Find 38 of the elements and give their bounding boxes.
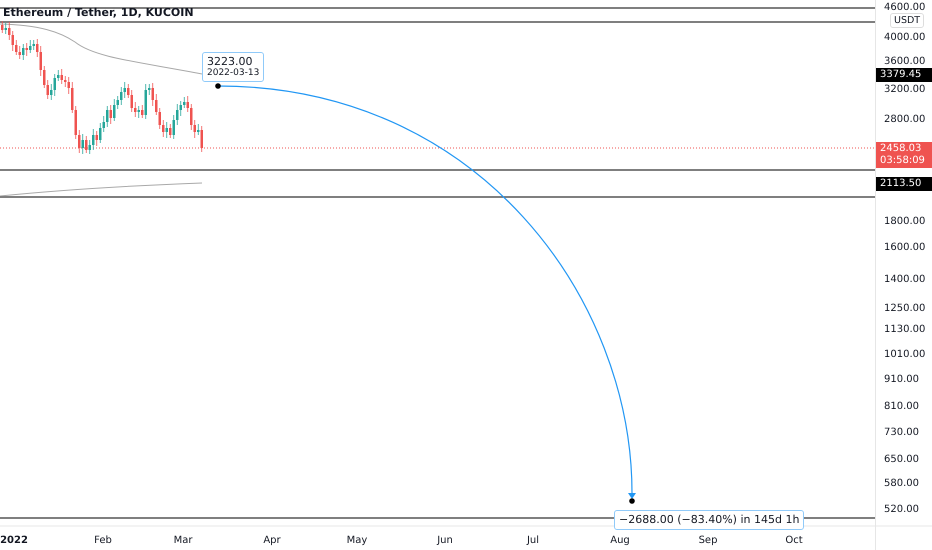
time-axis-label: Jul xyxy=(526,535,540,546)
time-axis-label: 2022 xyxy=(0,535,28,546)
price-level-badge: 3379.45 xyxy=(876,68,932,82)
price-axis-label: 1250.00 xyxy=(884,303,926,314)
countdown-text: 03:58:09 xyxy=(880,155,926,167)
callout-price: 3223.00 xyxy=(207,55,254,68)
time-axis-label: Oct xyxy=(785,535,803,546)
price-axis-label: 520.00 xyxy=(884,504,919,515)
price-axis-label: 910.00 xyxy=(884,374,919,385)
point-marker xyxy=(629,498,635,504)
price-axis-label: 3600.00 xyxy=(884,56,926,67)
price-level-badge: 2113.50 xyxy=(876,177,932,191)
time-axis-label: Jun xyxy=(437,535,453,546)
price-axis-label: 1010.00 xyxy=(884,349,926,360)
currency-label: USDT xyxy=(890,13,924,28)
time-axis-label: May xyxy=(346,535,368,546)
price-axis-label: 4600.00 xyxy=(884,2,926,13)
price-axis-label: 650.00 xyxy=(884,454,919,465)
price-axis-label: 1800.00 xyxy=(884,216,926,227)
price-axis-label: 4000.00 xyxy=(884,32,926,43)
time-axis-label: Aug xyxy=(610,535,630,546)
price-axis-label: 2800.00 xyxy=(884,114,926,125)
time-axis-label: Feb xyxy=(94,535,112,546)
price-axis-label: 1600.00 xyxy=(884,242,926,253)
price-axis-label: 1400.00 xyxy=(884,274,926,285)
time-axis-label: Mar xyxy=(174,535,192,546)
time-axis-label: Apr xyxy=(263,535,281,546)
price-axis-label: 730.00 xyxy=(884,427,919,438)
callout-date: 2022-03-13 xyxy=(207,68,260,79)
time-axis-label: Sep xyxy=(698,535,718,546)
price-axis-label: 3200.00 xyxy=(884,84,926,95)
price-axis-label: 810.00 xyxy=(884,401,919,412)
callout-text: −2688.00 (−83.40%) in 145d 1h xyxy=(619,513,800,527)
price-axis-label: 1130.00 xyxy=(884,324,926,335)
chart-title: Ethereum / Tether, 1D, KUCOIN xyxy=(3,6,194,19)
price-text: 2458.03 xyxy=(880,143,922,155)
point-marker xyxy=(215,83,221,89)
price-axis-label: 580.00 xyxy=(884,478,919,489)
